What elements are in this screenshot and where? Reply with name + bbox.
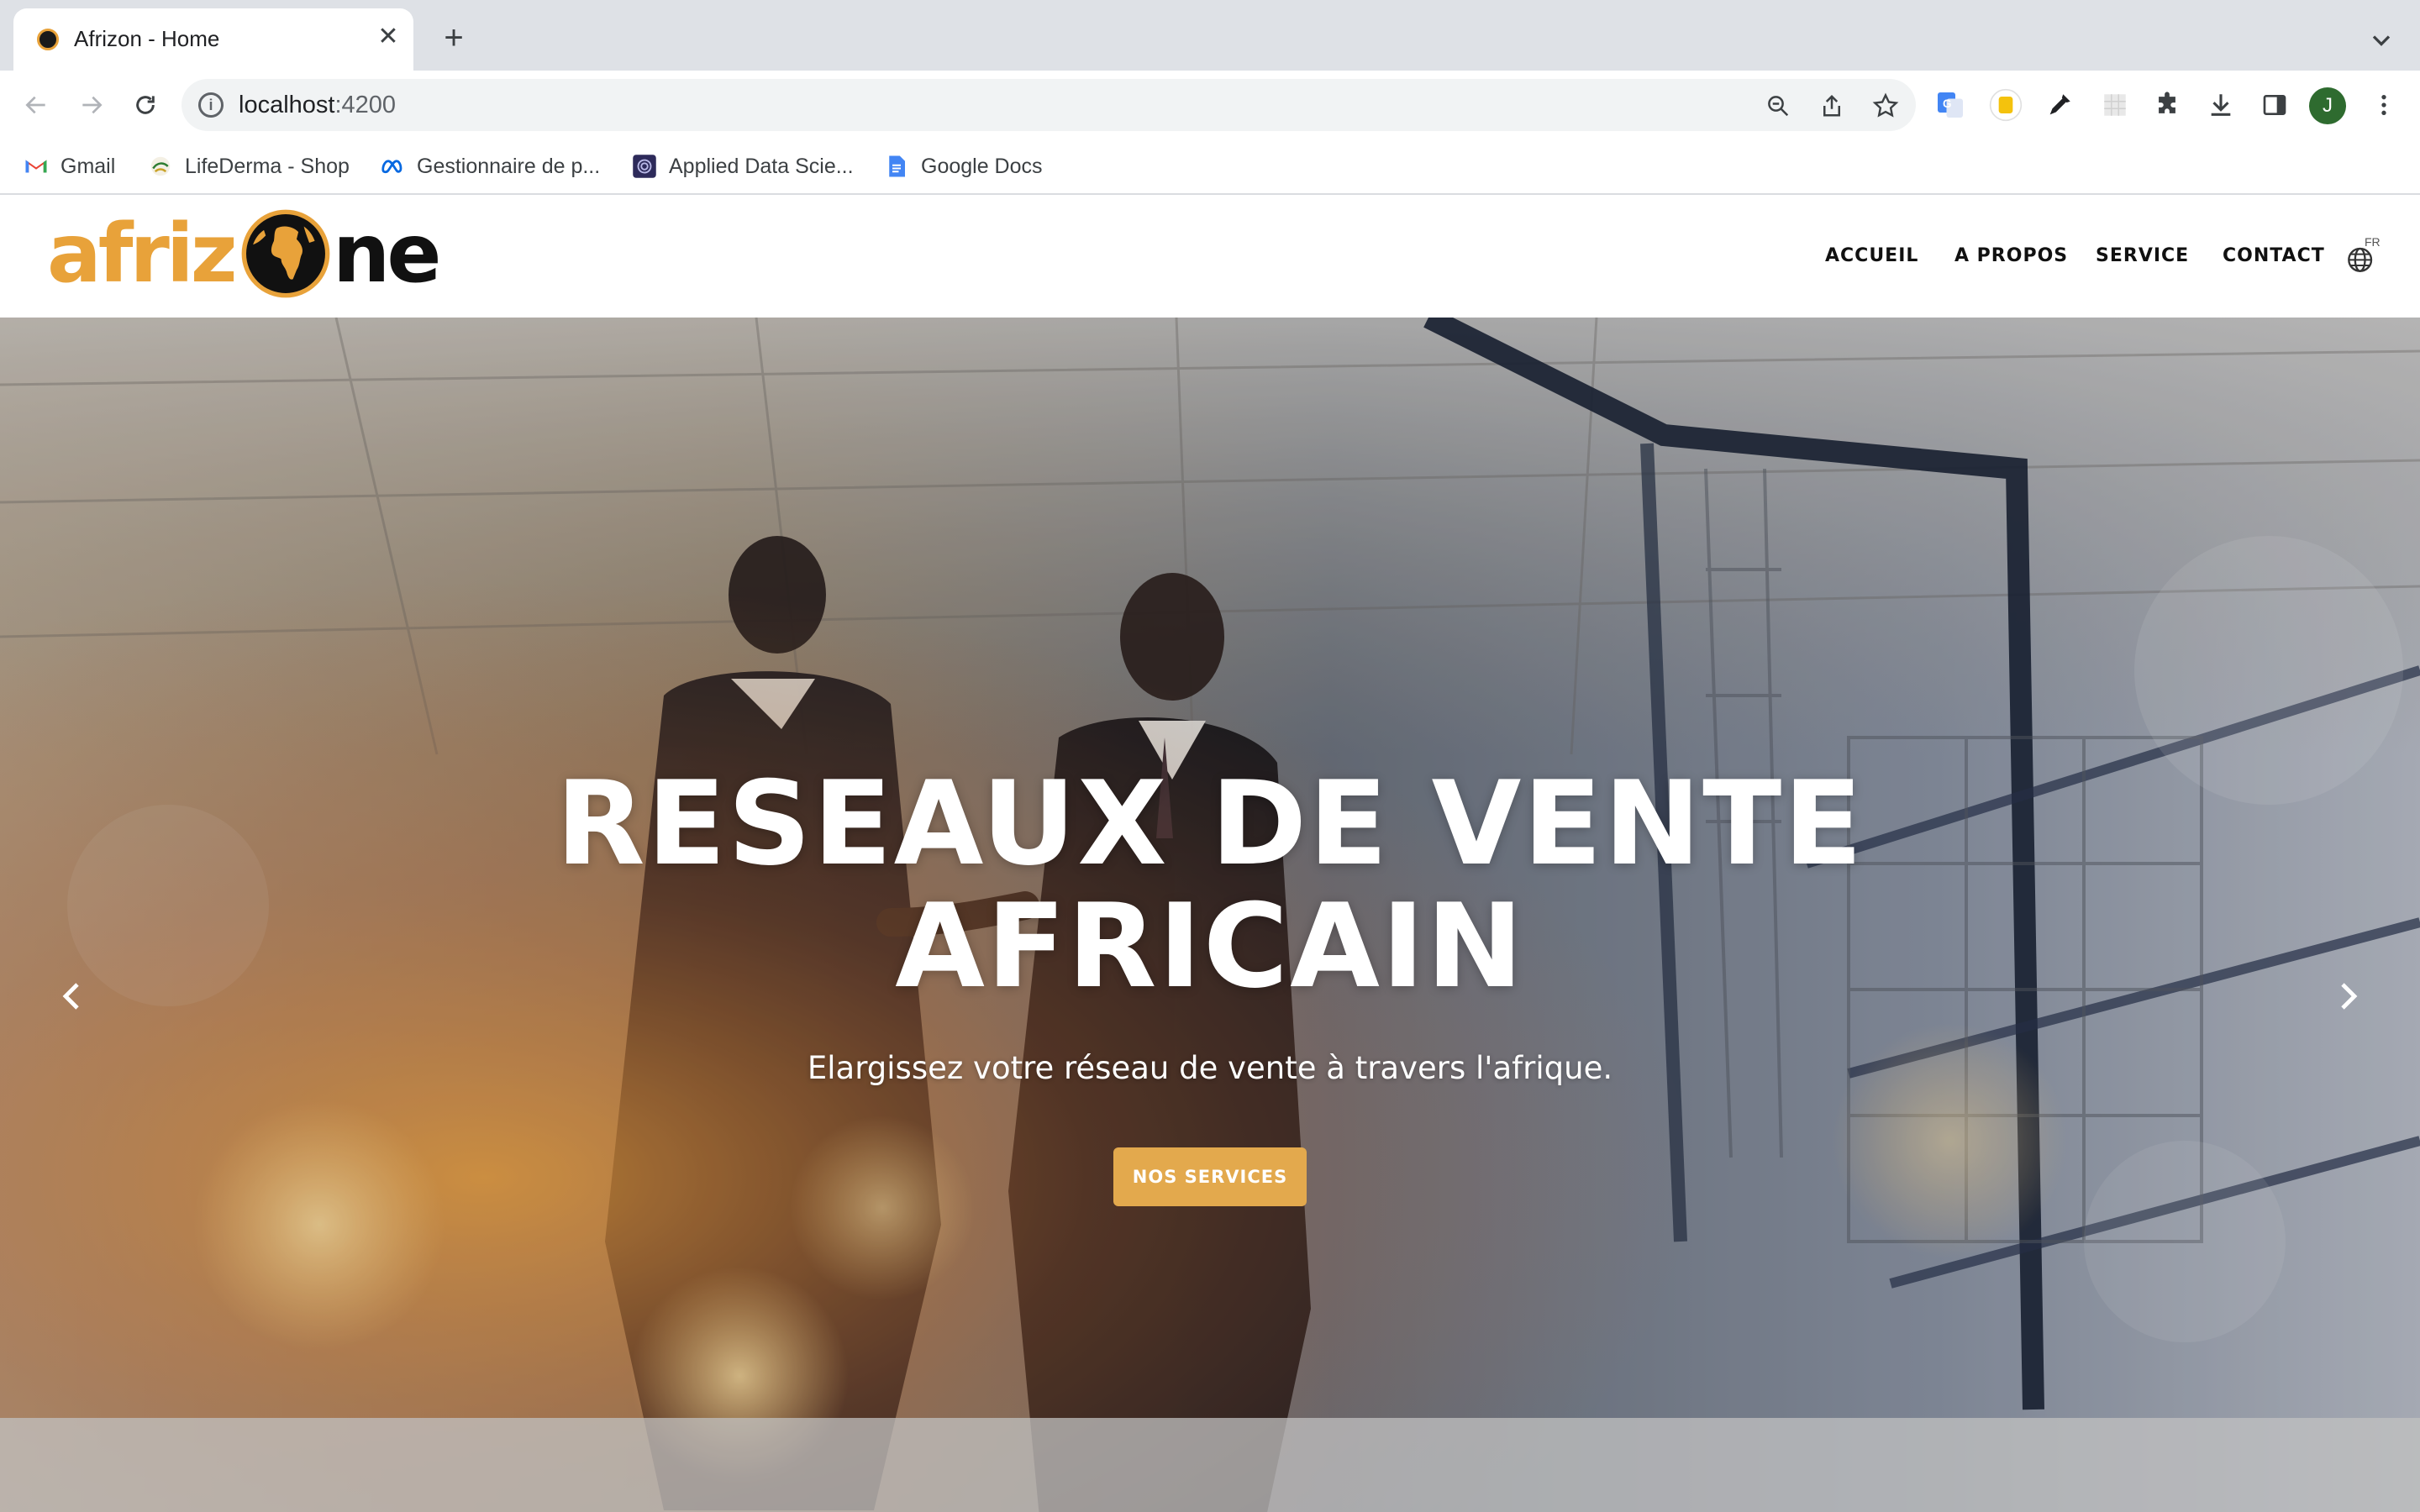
bookmarks-bar: Gmail LifeDerma - Shop Gestionnaire de p… <box>0 139 2420 195</box>
nav-contact[interactable]: CONTACT <box>2223 244 2325 269</box>
globe-logo-icon <box>241 209 330 298</box>
url-text[interactable]: localhost:4200 <box>239 90 396 120</box>
profile-avatar[interactable]: J <box>2309 87 2346 124</box>
bookmark-gmail[interactable]: Gmail <box>24 151 115 181</box>
afrizon-logo[interactable]: afriz ne <box>47 202 442 306</box>
zoom-icon[interactable] <box>1763 91 1793 121</box>
google-translate-icon[interactable]: G <box>1931 86 1970 124</box>
browser-tab-strip: Afrizon - Home ✕ + <box>0 0 2420 71</box>
address-bar[interactable]: i localhost:4200 <box>182 79 1916 131</box>
favicon-icon <box>37 29 59 50</box>
back-button[interactable] <box>17 86 55 124</box>
bookmark-label: Gestionnaire de p... <box>417 154 601 178</box>
svg-text:G: G <box>1943 97 1952 110</box>
forward-button[interactable] <box>72 86 111 124</box>
new-tab-button[interactable]: + <box>437 21 471 55</box>
url-port: :4200 <box>334 92 397 118</box>
puzzle-icon[interactable] <box>2148 86 2186 124</box>
side-panel-icon[interactable] <box>2255 86 2294 124</box>
bookmark-label: Google Docs <box>921 154 1043 178</box>
hero-title-line-1: RESEAUX DE VENTE <box>555 756 1865 891</box>
bookmark-label: LifeDerma - Shop <box>185 154 350 178</box>
nav-service[interactable]: SERVICE <box>2096 244 2189 269</box>
chevron-down-icon[interactable] <box>2366 25 2396 55</box>
google-docs-icon <box>889 155 905 177</box>
tab-title: Afrizon - Home <box>74 26 220 51</box>
nav-accueil[interactable]: ACCUEIL <box>1825 244 1918 269</box>
keep-extension-icon[interactable] <box>1986 86 2025 124</box>
arrow-right-icon <box>82 96 103 114</box>
bookmark-star-icon[interactable] <box>1870 91 1901 121</box>
meta-icon <box>381 160 402 174</box>
logo-text-left: afriz <box>47 207 238 301</box>
gmail-icon <box>25 160 47 173</box>
logo-text-right: ne <box>333 207 441 301</box>
reload-icon <box>136 96 155 114</box>
download-icon[interactable] <box>2202 86 2240 124</box>
nos-services-button[interactable]: NOS SERVICES <box>1113 1147 1307 1206</box>
eyedropper-icon[interactable] <box>2040 86 2079 124</box>
hero-title: RESEAUX DE VENTE AFRICAIN <box>0 763 2420 1008</box>
grid-extension-icon[interactable] <box>2096 86 2134 124</box>
lifederma-icon <box>150 156 171 176</box>
site-info-icon[interactable]: i <box>198 92 224 118</box>
language-code[interactable]: FR <box>2365 235 2381 249</box>
nav-a-propos[interactable]: A PROPOS <box>1954 244 2068 269</box>
applied-data-icon <box>633 155 656 178</box>
close-tab-icon[interactable]: ✕ <box>373 22 403 52</box>
bookmark-applied-data[interactable]: Applied Data Scie... <box>632 151 854 181</box>
bookmark-label: Applied Data Scie... <box>669 154 854 178</box>
share-icon[interactable] <box>1817 91 1847 121</box>
arrow-left-icon <box>25 96 45 114</box>
bookmark-google-docs[interactable]: Google Docs <box>884 151 1043 181</box>
site-header: afriz ne ACCUEIL A PROPOS SERVICE CONTAC… <box>0 195 2420 318</box>
url-host: localhost <box>239 92 335 118</box>
hero-carousel: RESEAUX DE VENTE AFRICAIN Elargissez vot… <box>0 318 2420 1512</box>
bookmark-lifederma[interactable]: LifeDerma - Shop <box>148 151 350 181</box>
hero-title-line-2: AFRICAIN <box>895 879 1525 1014</box>
reload-button[interactable] <box>126 86 165 124</box>
browser-tab[interactable]: Afrizon - Home ✕ <box>13 8 413 71</box>
bookmark-label: Gmail <box>60 154 116 178</box>
hero-subtitle: Elargissez votre réseau de vente à trave… <box>807 1050 1613 1086</box>
bookmark-gestionnaire[interactable]: Gestionnaire de p... <box>380 151 600 181</box>
more-menu-icon[interactable] <box>2365 86 2403 124</box>
browser-toolbar: i localhost:4200 G J <box>0 71 2420 139</box>
